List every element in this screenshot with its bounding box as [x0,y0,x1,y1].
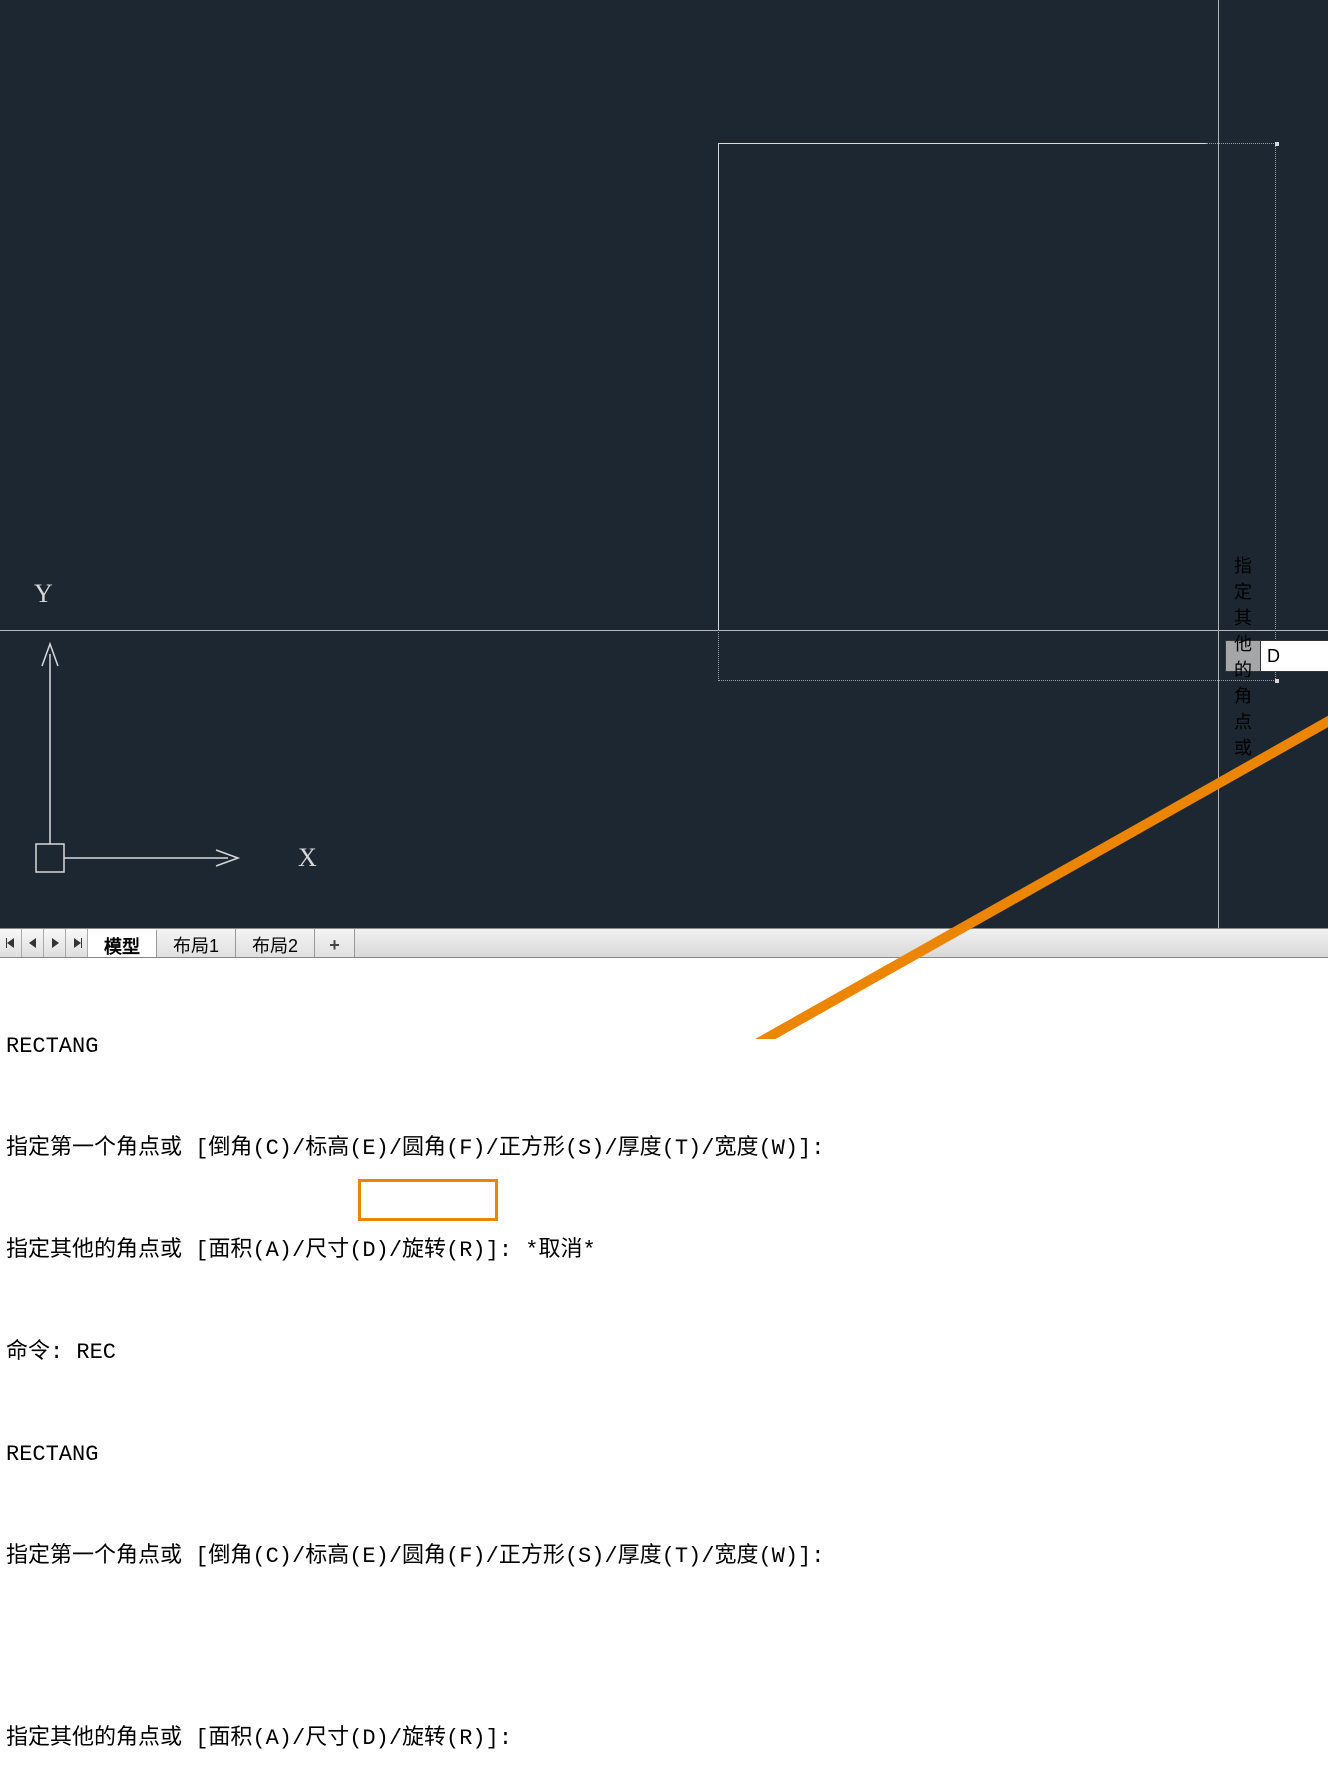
rectangle-preview-dotted-left [718,630,719,681]
command-line: 指定其他的角点或 [面积(A)/尺寸(D)/旋转(R)]: [6,1722,1322,1756]
annotation-highlight-box [358,1179,498,1221]
command-line: 命令: REC [6,1336,1322,1370]
dynamic-input-prompt: 指定其他的角点或 [1225,640,1328,672]
dynamic-input-field[interactable] [1261,640,1328,672]
command-line: 指定其他的角点或 [面积(A)/尺寸(D)/旋转(R)]: *取消* [6,1234,1322,1268]
tab-scroll-prev[interactable] [22,929,44,957]
tab-layout2[interactable]: 布局2 [236,929,315,957]
rectangle-preview-rubberband [718,143,1276,681]
rectangle-preview-dotted-top [1206,143,1276,144]
tab-scroll-next[interactable] [44,929,66,957]
command-line: 指定第一个角点或 [倒角(C)/标高(E)/圆角(F)/正方形(S)/厚度(T)… [6,1132,1322,1166]
tab-scroll-last[interactable] [66,929,88,957]
command-line: 指定第一个角点或 [倒角(C)/标高(E)/圆角(F)/正方形(S)/厚度(T)… [6,1540,1322,1574]
drawing-canvas[interactable]: 指定其他的角点或 X Y [0,0,1328,928]
tab-layout1-label: 布局1 [173,932,219,958]
grip-point [1275,679,1279,683]
grip-point [1275,142,1279,146]
ucs-icon: X Y [28,584,258,904]
command-line: RECTANG [6,1030,1322,1064]
command-line: RECTANG [6,1438,1322,1472]
command-line-history[interactable]: RECTANG 指定第一个角点或 [倒角(C)/标高(E)/圆角(F)/正方形(… [0,958,1328,1168]
ucs-x-label: X [298,843,317,872]
dynamic-input-label: 指定其他的角点或 [1225,640,1261,672]
tab-model-label: 模型 [104,933,140,959]
layout-tab-bar: 模型 布局1 布局2 + [0,928,1328,958]
tab-model[interactable]: 模型 [88,929,157,957]
ucs-y-label: Y [34,579,53,608]
tab-scroll-first[interactable] [0,929,22,957]
tab-add[interactable]: + [315,929,355,957]
tab-layout2-label: 布局2 [252,932,298,958]
tab-layout1[interactable]: 布局1 [157,929,236,957]
